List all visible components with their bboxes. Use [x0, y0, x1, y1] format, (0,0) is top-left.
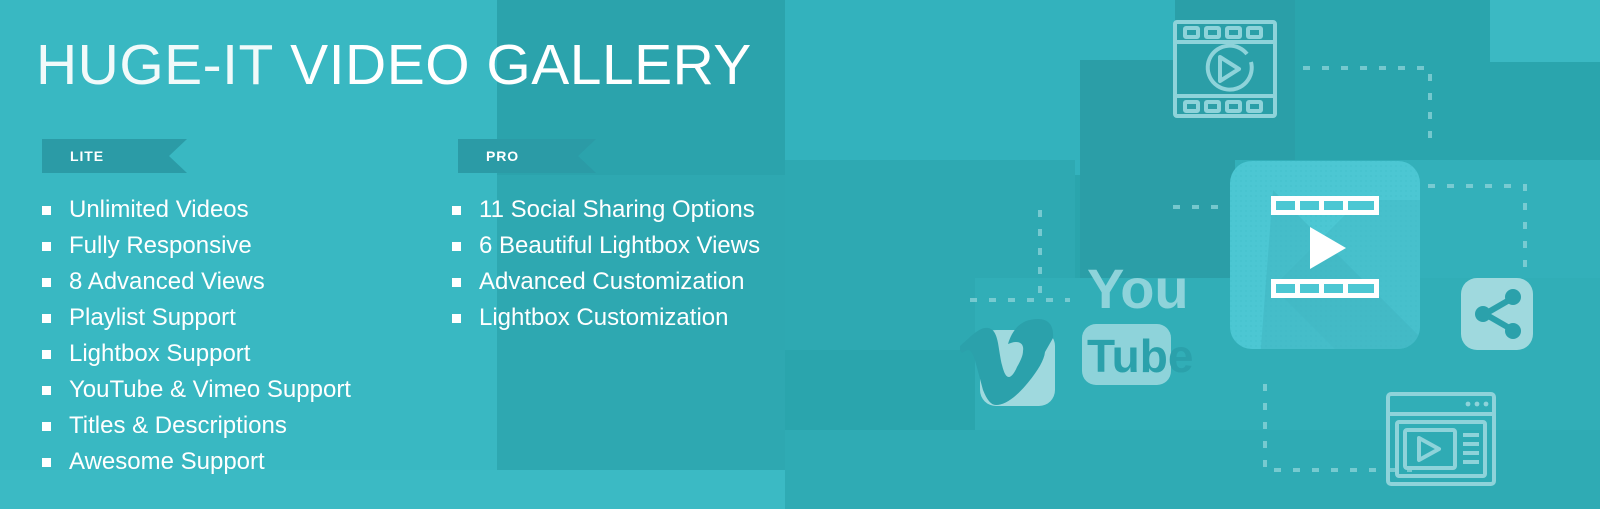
feature-label: 6 Beautiful Lightbox Views — [479, 232, 761, 259]
feature-item: Playlist Support — [42, 300, 351, 336]
feature-item: Unlimited Videos — [42, 192, 351, 228]
feature-item: 11 Social Sharing Options — [452, 192, 760, 228]
feature-item: YouTube & Vimeo Support — [42, 372, 351, 408]
ribbon-pro: PRO — [458, 139, 596, 173]
feature-label: Unlimited Videos — [69, 196, 249, 223]
feature-label: Advanced Customization — [479, 268, 745, 295]
youtube-you-text: You — [1087, 257, 1189, 320]
feature-item: 8 Advanced Views — [42, 264, 351, 300]
feature-item: Lightbox Customization — [452, 300, 760, 336]
feature-label: Fully Responsive — [69, 232, 252, 259]
browser-video-window-icon — [1386, 392, 1496, 486]
feature-item: Awesome Support — [42, 444, 351, 480]
plan-ribbons: LITE PRO — [0, 139, 900, 175]
feature-label: YouTube & Vimeo Support — [69, 376, 351, 403]
feature-list-pro: 11 Social Sharing Options 6 Beautiful Lig… — [452, 192, 760, 336]
feature-label: Titles & Descriptions — [69, 412, 287, 439]
youtube-logo: You Tube — [1082, 257, 1193, 385]
vimeo-logo — [960, 319, 1055, 406]
feature-item: Lightbox Support — [42, 336, 351, 372]
bullet-square-icon — [42, 421, 51, 431]
ribbon-lite: LITE — [42, 139, 187, 173]
feature-item: Titles & Descriptions — [42, 408, 351, 444]
title-product: VIDEO GALLERY — [290, 33, 752, 97]
bullet-square-icon — [452, 205, 461, 215]
bullet-square-icon — [42, 205, 51, 215]
feature-item: Fully Responsive — [42, 228, 351, 264]
page-title: HUGE-IT VIDEO GALLERY — [36, 34, 752, 96]
bullet-square-icon — [42, 385, 51, 395]
share-nodes-icon — [1461, 278, 1533, 350]
bullet-square-icon — [42, 457, 51, 467]
feature-list-lite: Unlimited Videos Fully Responsive 8 Advanc… — [42, 192, 351, 480]
film-strip-play-icon — [1173, 20, 1277, 118]
feature-label: Awesome Support — [69, 448, 265, 475]
feature-label: 8 Advanced Views — [69, 268, 265, 295]
feature-label: Lightbox Support — [69, 340, 251, 367]
bullet-square-icon — [452, 313, 461, 323]
title-brand: HUGE-IT — [36, 33, 274, 97]
bullet-square-icon — [452, 277, 461, 287]
youtube-tube-text: Tube — [1087, 330, 1193, 382]
bullet-square-icon — [42, 277, 51, 287]
feature-item: 6 Beautiful Lightbox Views — [452, 228, 760, 264]
feature-item: Advanced Customization — [452, 264, 760, 300]
bullet-square-icon — [452, 241, 461, 251]
bullet-square-icon — [42, 313, 51, 323]
feature-label: 11 Social Sharing Options — [479, 196, 755, 223]
artwork-area: You Tube — [960, 0, 1600, 509]
feature-label: Playlist Support — [69, 304, 236, 331]
bullet-square-icon — [42, 241, 51, 251]
bullet-square-icon — [42, 349, 51, 359]
banner-content: HUGE-IT VIDEO GALLERY LITE PRO Unlimited… — [0, 0, 960, 509]
video-player-card-icon — [1230, 161, 1420, 349]
feature-label: Lightbox Customization — [479, 304, 729, 331]
